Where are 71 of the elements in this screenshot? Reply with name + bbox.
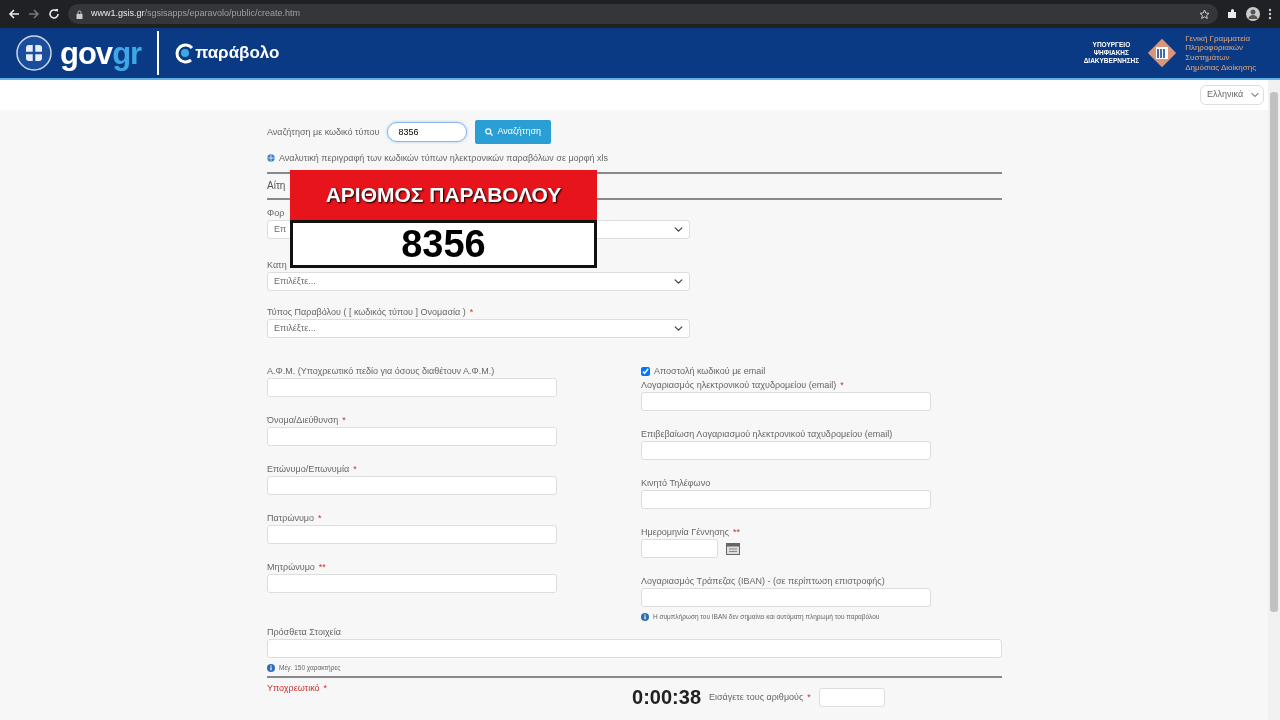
field-label: Εισάγετε τους αριθμούς bbox=[709, 691, 804, 704]
required-marker: * bbox=[323, 682, 328, 695]
field-label: Λογαριασμός Τράπεζας (IBAN) - (σε περίπτωση επιστροφής) bbox=[641, 575, 885, 588]
avatar-icon[interactable] bbox=[1246, 7, 1260, 21]
checkbox-label: Αποστολή κωδικού με email bbox=[654, 365, 766, 378]
info-icon bbox=[267, 664, 275, 672]
select-field[interactable]: Επιλέξτε... bbox=[267, 272, 690, 291]
scrollbar[interactable] bbox=[1268, 80, 1280, 720]
input-field[interactable] bbox=[267, 639, 1002, 658]
star-icon[interactable] bbox=[1199, 8, 1210, 20]
more-icon[interactable] bbox=[1268, 8, 1272, 20]
calendar-icon[interactable] bbox=[726, 542, 740, 555]
search-icon bbox=[485, 128, 494, 136]
input-field[interactable] bbox=[267, 574, 557, 593]
input-field[interactable] bbox=[267, 476, 557, 495]
back-icon[interactable] bbox=[8, 8, 20, 20]
required-marker: ** bbox=[733, 526, 741, 539]
input-field[interactable] bbox=[267, 525, 557, 544]
secretariat-name: Γενική Γραμματεία Πληροφοριακών Συστημάτων Δημόσιας Διοίκησης bbox=[1185, 33, 1256, 73]
date-field[interactable] bbox=[641, 539, 718, 558]
field-label: Κατη bbox=[267, 259, 287, 272]
field-label: Φορ bbox=[267, 207, 285, 220]
language-select[interactable]: Ελληνικά bbox=[1200, 85, 1264, 105]
overlay-title: ΑΡΙΘΜΟΣ ΠΑΡΑΒΟΛΟΥ bbox=[324, 182, 563, 208]
field-label: Α.Φ.Μ. (Υποχρεωτικό πεδίο για όσους διαθέτουν Α.Φ.Μ.) bbox=[267, 365, 495, 378]
required-marker: * bbox=[318, 512, 322, 525]
required-marker: ** bbox=[318, 561, 326, 574]
field-label: Λογαριασμός ηλεκτρονικού ταχυδρομείου (email) bbox=[641, 379, 837, 392]
input-field[interactable] bbox=[641, 392, 931, 411]
select-field[interactable]: Επιλέξτε... bbox=[267, 319, 690, 338]
required-note: Υποχρεωτικό bbox=[267, 682, 320, 695]
info-link[interactable]: Αναλυτική περιγραφή των κωδικών τύπων ηλεκτρονικών παραβόλων σε μορφή xls bbox=[279, 151, 609, 165]
field-label: Επιβεβαίωση Λογαριασμού ηλεκτρονικού ταχυδρομείου (email) bbox=[641, 428, 893, 441]
puzzle-icon[interactable] bbox=[1226, 8, 1238, 20]
field-label: Πατρώνυμο bbox=[267, 512, 315, 525]
address-bar[interactable]: www1.gsis.gr/sgsisapps/eparavolo/public/create.htm bbox=[68, 4, 1218, 24]
field-label: Πρόσθετα Στοιχεία bbox=[267, 626, 341, 639]
input-field[interactable] bbox=[267, 378, 557, 397]
forward-icon[interactable] bbox=[28, 8, 40, 20]
required-marker: * bbox=[353, 463, 357, 476]
required-marker: * bbox=[469, 306, 474, 319]
overlay-number: 8356 bbox=[290, 220, 597, 268]
input-field[interactable] bbox=[641, 441, 931, 460]
field-label: Όνομα/Διεύθυνση bbox=[267, 414, 339, 427]
app-logo-icon bbox=[175, 41, 196, 65]
field-label: Κινητό Τηλέφωνο bbox=[641, 477, 711, 490]
input-field[interactable] bbox=[641, 490, 931, 509]
search-label: Αναζήτηση με κωδικό τύπου bbox=[267, 126, 380, 139]
emblem-icon bbox=[16, 35, 52, 71]
field-label: Μητρώνυμο bbox=[267, 561, 315, 574]
govgr-logo[interactable]: govgr bbox=[60, 37, 142, 69]
app-name: παράβολο bbox=[195, 42, 280, 65]
required-marker: * bbox=[342, 414, 346, 427]
scrollbar-thumb[interactable] bbox=[1270, 92, 1278, 612]
globe-icon bbox=[267, 154, 275, 162]
field-label: Επώνυμο/Επωνυμία bbox=[267, 463, 350, 476]
reload-icon[interactable] bbox=[48, 8, 60, 20]
input-field[interactable] bbox=[267, 427, 557, 446]
input-field[interactable] bbox=[641, 588, 931, 607]
url-text: www1.gsis.gr/sgsisapps/eparavolo/public/create.htm bbox=[91, 7, 301, 21]
required-marker: * bbox=[840, 379, 844, 392]
field-label: Τύπος Παραβόλου ( [ κωδικός τύπου ] Ονομασία ) bbox=[267, 306, 466, 319]
search-field[interactable]: 8356 bbox=[387, 122, 468, 142]
email-checkbox[interactable] bbox=[641, 366, 650, 376]
captcha-field[interactable] bbox=[818, 687, 885, 707]
section-title: Αίτη bbox=[267, 180, 286, 191]
field-label: Ημερομηνία Γέννησης bbox=[641, 526, 730, 539]
info-icon bbox=[641, 613, 649, 621]
captcha-code: 0:00:38 bbox=[632, 687, 701, 707]
lock-icon bbox=[76, 9, 83, 19]
required-marker: * bbox=[807, 691, 811, 704]
